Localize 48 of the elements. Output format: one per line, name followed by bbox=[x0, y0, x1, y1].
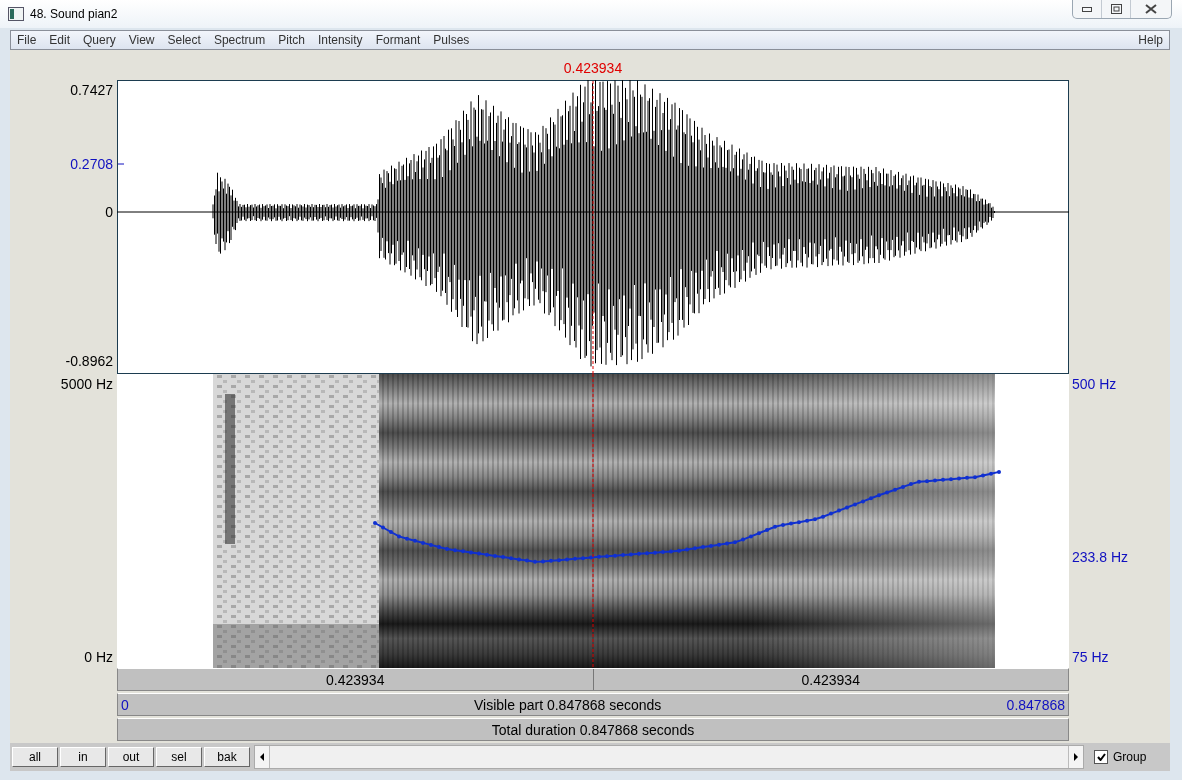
visible-start-time: 0 bbox=[120, 696, 130, 713]
frequency-max-label: 5000 Hz bbox=[60, 376, 113, 392]
group-checkbox[interactable] bbox=[1094, 750, 1108, 764]
window-title: 48. Sound pian2 bbox=[30, 7, 119, 21]
menu-item[interactable]: Spectrum bbox=[213, 33, 266, 47]
group-label: Group bbox=[1113, 750, 1147, 764]
pitch-value-label: 233.8 Hz bbox=[1072, 549, 1129, 565]
zoom-button[interactable]: bak bbox=[204, 747, 250, 767]
left-part-time: 0.423934 bbox=[118, 669, 594, 690]
amplitude-min-label: -0.8962 bbox=[65, 353, 113, 369]
visible-part-bar[interactable]: 0 Visible part 0.847868 seconds 0.847868 bbox=[117, 693, 1069, 716]
amplitude-mark-label: 0.2708 bbox=[70, 156, 113, 172]
menu-item[interactable]: Intensity bbox=[317, 33, 363, 47]
menu-item[interactable]: File bbox=[17, 33, 37, 47]
left-arrow-icon bbox=[260, 753, 264, 761]
pitch-max-label: 500 Hz bbox=[1072, 376, 1117, 392]
zoom-button[interactable]: out bbox=[108, 747, 154, 767]
zoom-button[interactable]: all bbox=[12, 747, 58, 767]
visible-end-time: 0.847868 bbox=[1005, 696, 1066, 713]
help-menu[interactable]: Help bbox=[1138, 33, 1163, 47]
amplitude-zero-label: 0 bbox=[105, 204, 113, 220]
zoom-button[interactable]: sel bbox=[156, 747, 202, 767]
pitch-min-label: 75 Hz bbox=[1072, 649, 1109, 665]
right-part-time: 0.423934 bbox=[800, 670, 861, 690]
scrollbar[interactable] bbox=[254, 745, 1084, 769]
menu-item[interactable]: Edit bbox=[49, 33, 71, 47]
frequency-min-label: 0 Hz bbox=[84, 649, 113, 665]
menu-item[interactable]: Pitch bbox=[278, 33, 305, 47]
scroll-right-button[interactable] bbox=[1068, 746, 1083, 768]
total-duration-label: Total duration 0.847868 seconds bbox=[490, 721, 696, 738]
visible-part-label: Visible part 0.847868 seconds bbox=[473, 696, 663, 713]
zoom-button[interactable]: in bbox=[60, 747, 106, 767]
selection-time-bar[interactable]: 0.423934 0.423934 bbox=[117, 668, 1069, 691]
total-duration-bar[interactable]: Total duration 0.847868 seconds bbox=[117, 718, 1069, 741]
minimize-icon bbox=[1082, 6, 1092, 12]
menu-item[interactable]: View bbox=[128, 33, 155, 47]
amplitude-max-label: 0.7427 bbox=[70, 82, 113, 98]
right-arrow-icon bbox=[1074, 753, 1078, 761]
scroll-left-button[interactable] bbox=[255, 746, 270, 768]
menu-item[interactable]: Query bbox=[83, 33, 116, 47]
cursor-time: 0.423934 bbox=[563, 60, 623, 76]
menu-item[interactable]: Select bbox=[167, 33, 201, 47]
menu-item[interactable]: Formant bbox=[375, 33, 421, 47]
close-icon bbox=[1145, 4, 1157, 14]
checkmark-icon bbox=[1096, 753, 1106, 761]
menu-item[interactable]: Pulses bbox=[433, 33, 470, 47]
maximize-icon bbox=[1110, 4, 1122, 14]
window-icon bbox=[8, 7, 24, 21]
